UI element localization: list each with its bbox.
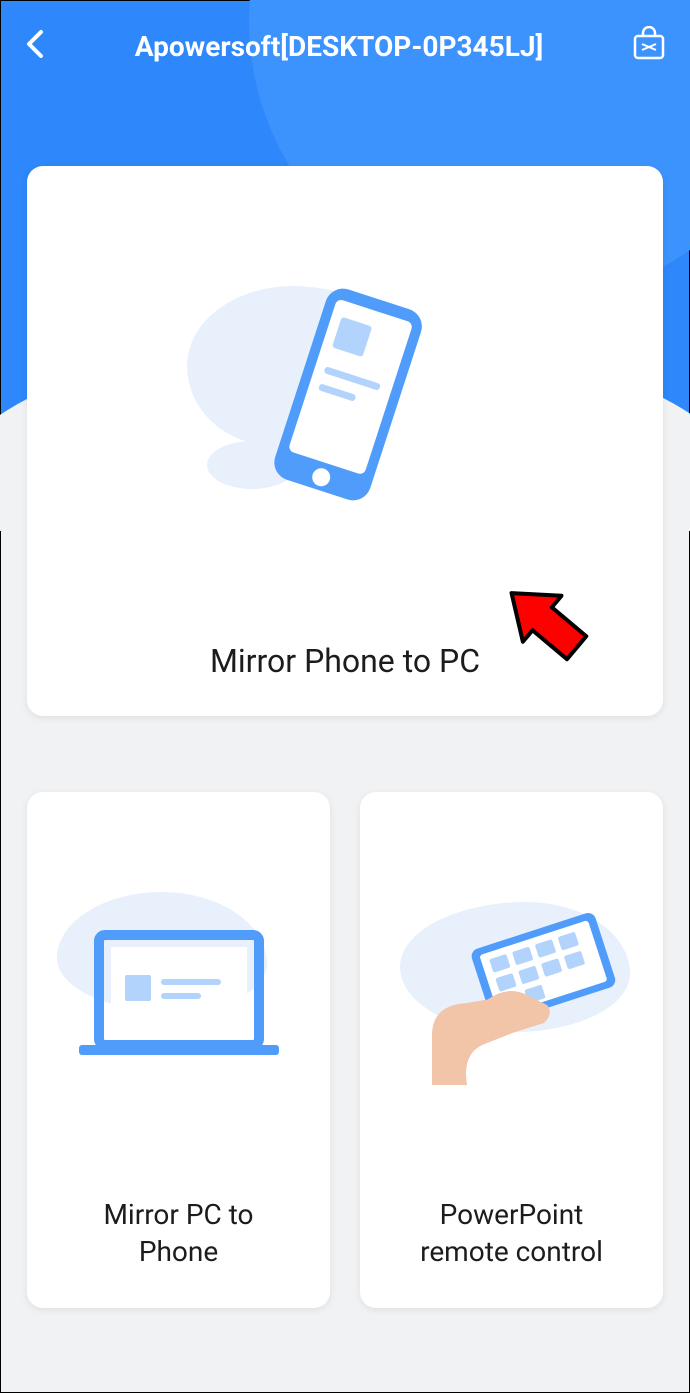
secondary-cards-row: Mirror PC to Phone <box>27 792 663 1308</box>
content-area: Mirror Phone to PC Mi <box>1 166 689 1308</box>
mirror-phone-to-pc-card[interactable]: Mirror Phone to PC <box>27 166 663 716</box>
mirror-pc-to-phone-card[interactable]: Mirror PC to Phone <box>27 792 330 1308</box>
hand-tablet-illustration <box>360 792 663 1197</box>
small-card-label: PowerPoint remote control <box>410 1197 613 1270</box>
store-icon[interactable] <box>631 26 667 66</box>
small-card-label: Mirror PC to Phone <box>93 1197 263 1270</box>
main-card-label: Mirror Phone to PC <box>210 642 480 680</box>
powerpoint-remote-card[interactable]: PowerPoint remote control <box>360 792 663 1308</box>
laptop-illustration <box>27 792 330 1197</box>
page-title: Apowersoft[DESKTOP-0P345LJ] <box>47 30 631 63</box>
annotation-arrow-icon <box>491 575 601 674</box>
phone-illustration <box>27 166 663 642</box>
header-bar: Apowersoft[DESKTOP-0P345LJ] <box>1 1 689 66</box>
back-icon[interactable] <box>23 26 47 66</box>
